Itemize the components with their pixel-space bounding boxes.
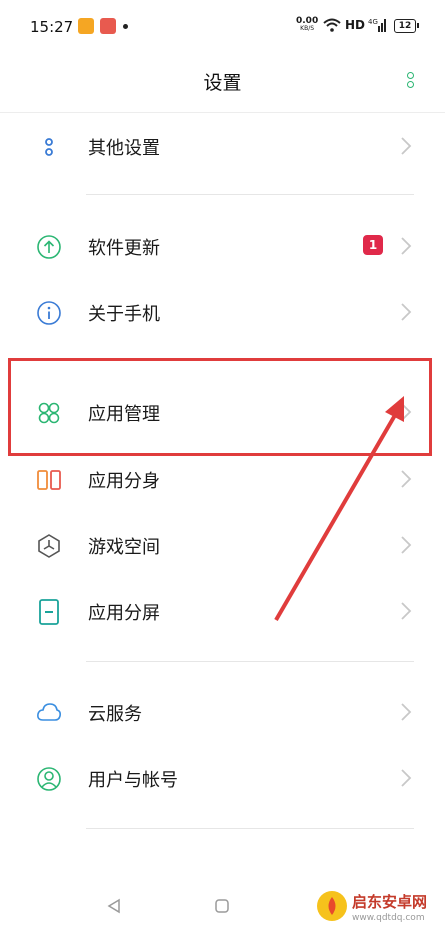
chevron-right-icon <box>401 703 412 721</box>
annotation-highlight-box <box>8 358 432 456</box>
chevron-right-icon <box>401 470 412 488</box>
settings-item-other[interactable]: 其他设置 <box>0 116 445 176</box>
section-divider <box>86 828 414 829</box>
cloud-icon <box>37 703 61 721</box>
settings-item-label: 应用分屏 <box>88 603 160 624</box>
section-divider <box>86 194 414 195</box>
settings-item-label: 应用分身 <box>88 471 160 492</box>
settings-item-label: 游戏空间 <box>88 537 160 558</box>
watermark-url: www.qdtdq.com <box>352 913 425 923</box>
section-divider <box>86 661 414 662</box>
settings-item-label: 用户与帐号 <box>88 770 178 791</box>
home-icon[interactable] <box>214 898 230 914</box>
settings-item-cloud[interactable]: 云服务 <box>0 682 445 742</box>
battery-indicator: 12 <box>394 19 419 33</box>
settings-item-label: 关于手机 <box>88 304 160 325</box>
chevron-right-icon <box>401 769 412 787</box>
settings-item-label: 其他设置 <box>88 138 160 159</box>
watermark-logo-icon <box>317 891 347 921</box>
notification-dot-icon <box>123 24 128 29</box>
status-bar: 15:27 0.00 KB/S HD 4G 12 <box>0 0 445 54</box>
settings-item-app-clone[interactable]: 应用分身 <box>0 449 445 509</box>
chevron-right-icon <box>401 137 412 155</box>
chevron-right-icon <box>401 602 412 620</box>
update-icon <box>37 235 61 259</box>
signal-icon: 4G <box>368 18 386 32</box>
settings-item-game-space[interactable]: 游戏空间 <box>0 515 445 575</box>
settings-item-label: 云服务 <box>88 704 142 725</box>
network-speed-value: 0.00 <box>296 16 319 26</box>
more-settings-icon <box>45 138 53 156</box>
app-clone-icon <box>37 470 61 490</box>
info-icon <box>37 301 61 325</box>
back-icon[interactable] <box>106 898 122 914</box>
app-notification-icon <box>100 18 116 34</box>
page-title: 设置 <box>203 72 242 94</box>
game-space-icon <box>38 534 60 558</box>
watermark-text: 启东安卓网 <box>352 893 428 911</box>
settings-item-split-screen[interactable]: 应用分屏 <box>0 581 445 641</box>
network-speed: 0.00 KB/S <box>296 17 318 33</box>
app-notification-icon <box>78 18 94 34</box>
chevron-right-icon <box>401 536 412 554</box>
chevron-right-icon <box>401 237 412 255</box>
user-account-icon <box>37 767 61 791</box>
status-time: 15:27 <box>30 18 74 36</box>
header-divider <box>0 112 445 113</box>
settings-item-user-account[interactable]: 用户与帐号 <box>0 748 445 808</box>
wifi-icon <box>323 18 341 32</box>
signal-label: 4G <box>368 18 378 26</box>
chevron-right-icon <box>401 303 412 321</box>
settings-item-label: 软件更新 <box>88 238 160 259</box>
more-vertical-icon[interactable] <box>403 72 417 94</box>
update-count-badge: 1 <box>363 235 383 255</box>
settings-item-about-phone[interactable]: 关于手机 <box>0 282 445 342</box>
split-screen-icon <box>39 599 59 625</box>
network-type: HD <box>345 18 366 32</box>
network-speed-unit: KB/S <box>300 25 315 32</box>
